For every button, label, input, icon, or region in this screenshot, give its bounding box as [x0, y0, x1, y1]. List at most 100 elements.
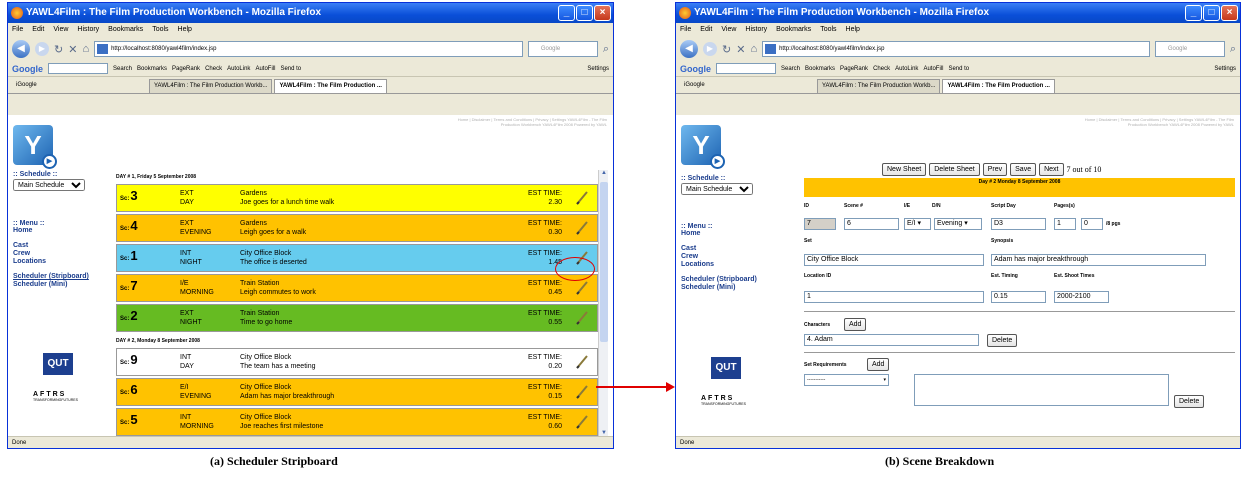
script-day-field[interactable]: D3 — [991, 218, 1046, 230]
menu-crew-link[interactable]: Crew — [681, 253, 781, 261]
stop-icon[interactable]: ✕ — [68, 43, 77, 56]
check-button[interactable]: Check — [205, 66, 222, 72]
set-requirement-textarea[interactable] — [914, 374, 1169, 406]
minimize-button[interactable]: _ — [1185, 5, 1202, 21]
menu-edit[interactable]: Edit — [32, 23, 44, 37]
scene-strip[interactable]: Sc:4 EXT EVENING Gardens Leigh goes for a wa… — [116, 214, 598, 242]
url-input[interactable]: http://localhost:8080/yawl4film/index.js… — [762, 41, 1150, 57]
menu-bookmarks[interactable]: Bookmarks — [108, 23, 143, 37]
next-button[interactable]: Next — [1039, 163, 1064, 176]
forward-button[interactable]: ▶ — [703, 42, 717, 56]
autofill-button[interactable]: AutoFill — [923, 66, 943, 72]
forward-button[interactable]: ▶ — [35, 42, 49, 56]
set-requirement-select[interactable]: ----------- ▾ — [804, 374, 889, 386]
tab-yawl-1[interactable]: YAWL4Film : The Film Production Workb... — [149, 79, 273, 93]
add-character-button[interactable]: Add — [844, 318, 867, 331]
search-input[interactable]: Google — [1154, 41, 1225, 57]
menu-crew-link[interactable]: Crew — [13, 250, 113, 258]
send-to-button[interactable]: Send to — [948, 66, 969, 72]
menu-tools[interactable]: Tools — [152, 23, 168, 37]
send-to-button[interactable]: Send to — [280, 66, 301, 72]
menu-home-link[interactable]: Home — [13, 227, 113, 235]
minimize-button[interactable]: _ — [558, 5, 575, 21]
menu-history[interactable]: History — [745, 23, 767, 37]
close-button[interactable]: × — [1221, 5, 1238, 21]
top-links[interactable]: Home | Disclaimer | Terms and Conditions… — [457, 117, 607, 127]
menu-locations-link[interactable]: Locations — [681, 261, 781, 269]
menu-file[interactable]: File — [680, 23, 691, 37]
save-button[interactable]: Save — [1010, 163, 1037, 176]
pagerank-button[interactable]: PageRank — [172, 66, 200, 72]
autofill-button[interactable]: AutoFill — [255, 66, 275, 72]
edit-pencil-icon[interactable] — [575, 280, 589, 296]
pages-eighths-field[interactable]: 0 — [1081, 218, 1103, 230]
search-icon[interactable]: ⌕ — [1230, 43, 1236, 56]
edit-pencil-icon[interactable] — [575, 220, 589, 236]
prev-button[interactable]: Prev — [982, 163, 1008, 176]
autolink-button[interactable]: AutoLink — [227, 66, 250, 72]
bookmarks-button[interactable]: Bookmarks — [137, 66, 167, 72]
google-search-box[interactable] — [716, 63, 776, 74]
menu-help[interactable]: Help — [178, 23, 192, 37]
menu-edit[interactable]: Edit — [700, 23, 712, 37]
back-button[interactable]: ◀ — [12, 40, 30, 58]
menu-tools[interactable]: Tools — [820, 23, 836, 37]
ie-select[interactable]: E/I ▾ — [904, 218, 931, 230]
menu-view[interactable]: View — [53, 23, 68, 37]
stop-icon[interactable]: ✕ — [736, 43, 745, 56]
scene-strip[interactable]: Sc:6 E/I EVENING City Office Block Adam has … — [116, 378, 598, 406]
tab-yawl-2[interactable]: YAWL4Film : The Film Production ... — [274, 79, 387, 93]
menu-mini-link[interactable]: Scheduler (Mini) — [681, 284, 781, 292]
search-input[interactable]: Google — [527, 41, 598, 57]
maximize-button[interactable]: □ — [1203, 5, 1220, 21]
menu-help[interactable]: Help — [846, 23, 860, 37]
menu-history[interactable]: History — [77, 23, 99, 37]
delete-sheet-button[interactable]: Delete Sheet — [929, 163, 980, 176]
edit-pencil-icon[interactable] — [575, 384, 589, 400]
scroll-up-icon[interactable]: ▲ — [599, 170, 609, 180]
url-input[interactable]: http://localhost:8080/yawl4film/index.js… — [94, 41, 523, 57]
scene-strip[interactable]: Sc:2 EXT NIGHT Train Station Time to go home… — [116, 304, 598, 332]
dn-select[interactable]: Evening ▾ — [934, 218, 982, 230]
vertical-scrollbar[interactable]: ▲ ▼ — [598, 170, 608, 436]
reload-icon[interactable]: ↻ — [722, 43, 731, 56]
check-button[interactable]: Check — [873, 66, 890, 72]
edit-pencil-icon[interactable] — [575, 354, 589, 370]
delete-requirement-button[interactable]: Delete — [1174, 395, 1205, 408]
scene-strip[interactable]: Sc:5 INT MORNING City Office Block Joe reach… — [116, 408, 598, 436]
google-search-box[interactable] — [48, 63, 108, 74]
close-button[interactable]: × — [594, 5, 611, 21]
menu-locations-link[interactable]: Locations — [13, 258, 113, 266]
schedule-select[interactable]: Main Schedule — [13, 179, 85, 191]
home-icon[interactable]: ⌂ — [750, 43, 757, 55]
character-field[interactable]: 4. Adam — [804, 334, 979, 346]
pagerank-button[interactable]: PageRank — [840, 66, 868, 72]
scroll-thumb[interactable] — [600, 182, 608, 342]
menu-bookmarks[interactable]: Bookmarks — [776, 23, 811, 37]
scene-strip[interactable]: Sc:9 INT DAY City Office Block The team has … — [116, 348, 598, 376]
scene-strip[interactable]: Sc:1 INT NIGHT City Office Block The office … — [116, 244, 598, 272]
est-shoot-field[interactable]: 2000-2100 — [1054, 291, 1109, 303]
scene-strip[interactable]: Sc:7 I/E MORNING Train Station Leigh commute… — [116, 274, 598, 302]
menu-view[interactable]: View — [721, 23, 736, 37]
est-timing-field[interactable]: 0.15 — [991, 291, 1046, 303]
edit-pencil-icon[interactable] — [575, 190, 589, 206]
pages-field[interactable]: 1 — [1054, 218, 1076, 230]
edit-pencil-icon[interactable] — [575, 414, 589, 430]
reload-icon[interactable]: ↻ — [54, 43, 63, 56]
menu-cast-link[interactable]: Cast — [13, 242, 113, 250]
set-field[interactable]: City Office Block — [804, 254, 984, 266]
google-search-button[interactable]: Search — [113, 66, 132, 72]
search-icon[interactable]: ⌕ — [603, 43, 609, 56]
back-button[interactable]: ◀ — [680, 40, 698, 58]
igoogle-bookmark[interactable]: iGoogle — [680, 79, 815, 93]
delete-character-button[interactable]: Delete — [987, 334, 1018, 347]
edit-pencil-icon[interactable] — [575, 310, 589, 326]
new-sheet-button[interactable]: New Sheet — [882, 163, 927, 176]
synopsis-field[interactable]: Adam has major breakthrough — [991, 254, 1206, 266]
tab-yawl-1[interactable]: YAWL4Film : The Film Production Workb... — [817, 79, 941, 93]
igoogle-bookmark[interactable]: iGoogle — [12, 79, 147, 93]
menu-mini-link[interactable]: Scheduler (Mini) — [13, 281, 113, 289]
menu-home-link[interactable]: Home — [681, 230, 781, 238]
autolink-button[interactable]: AutoLink — [895, 66, 918, 72]
